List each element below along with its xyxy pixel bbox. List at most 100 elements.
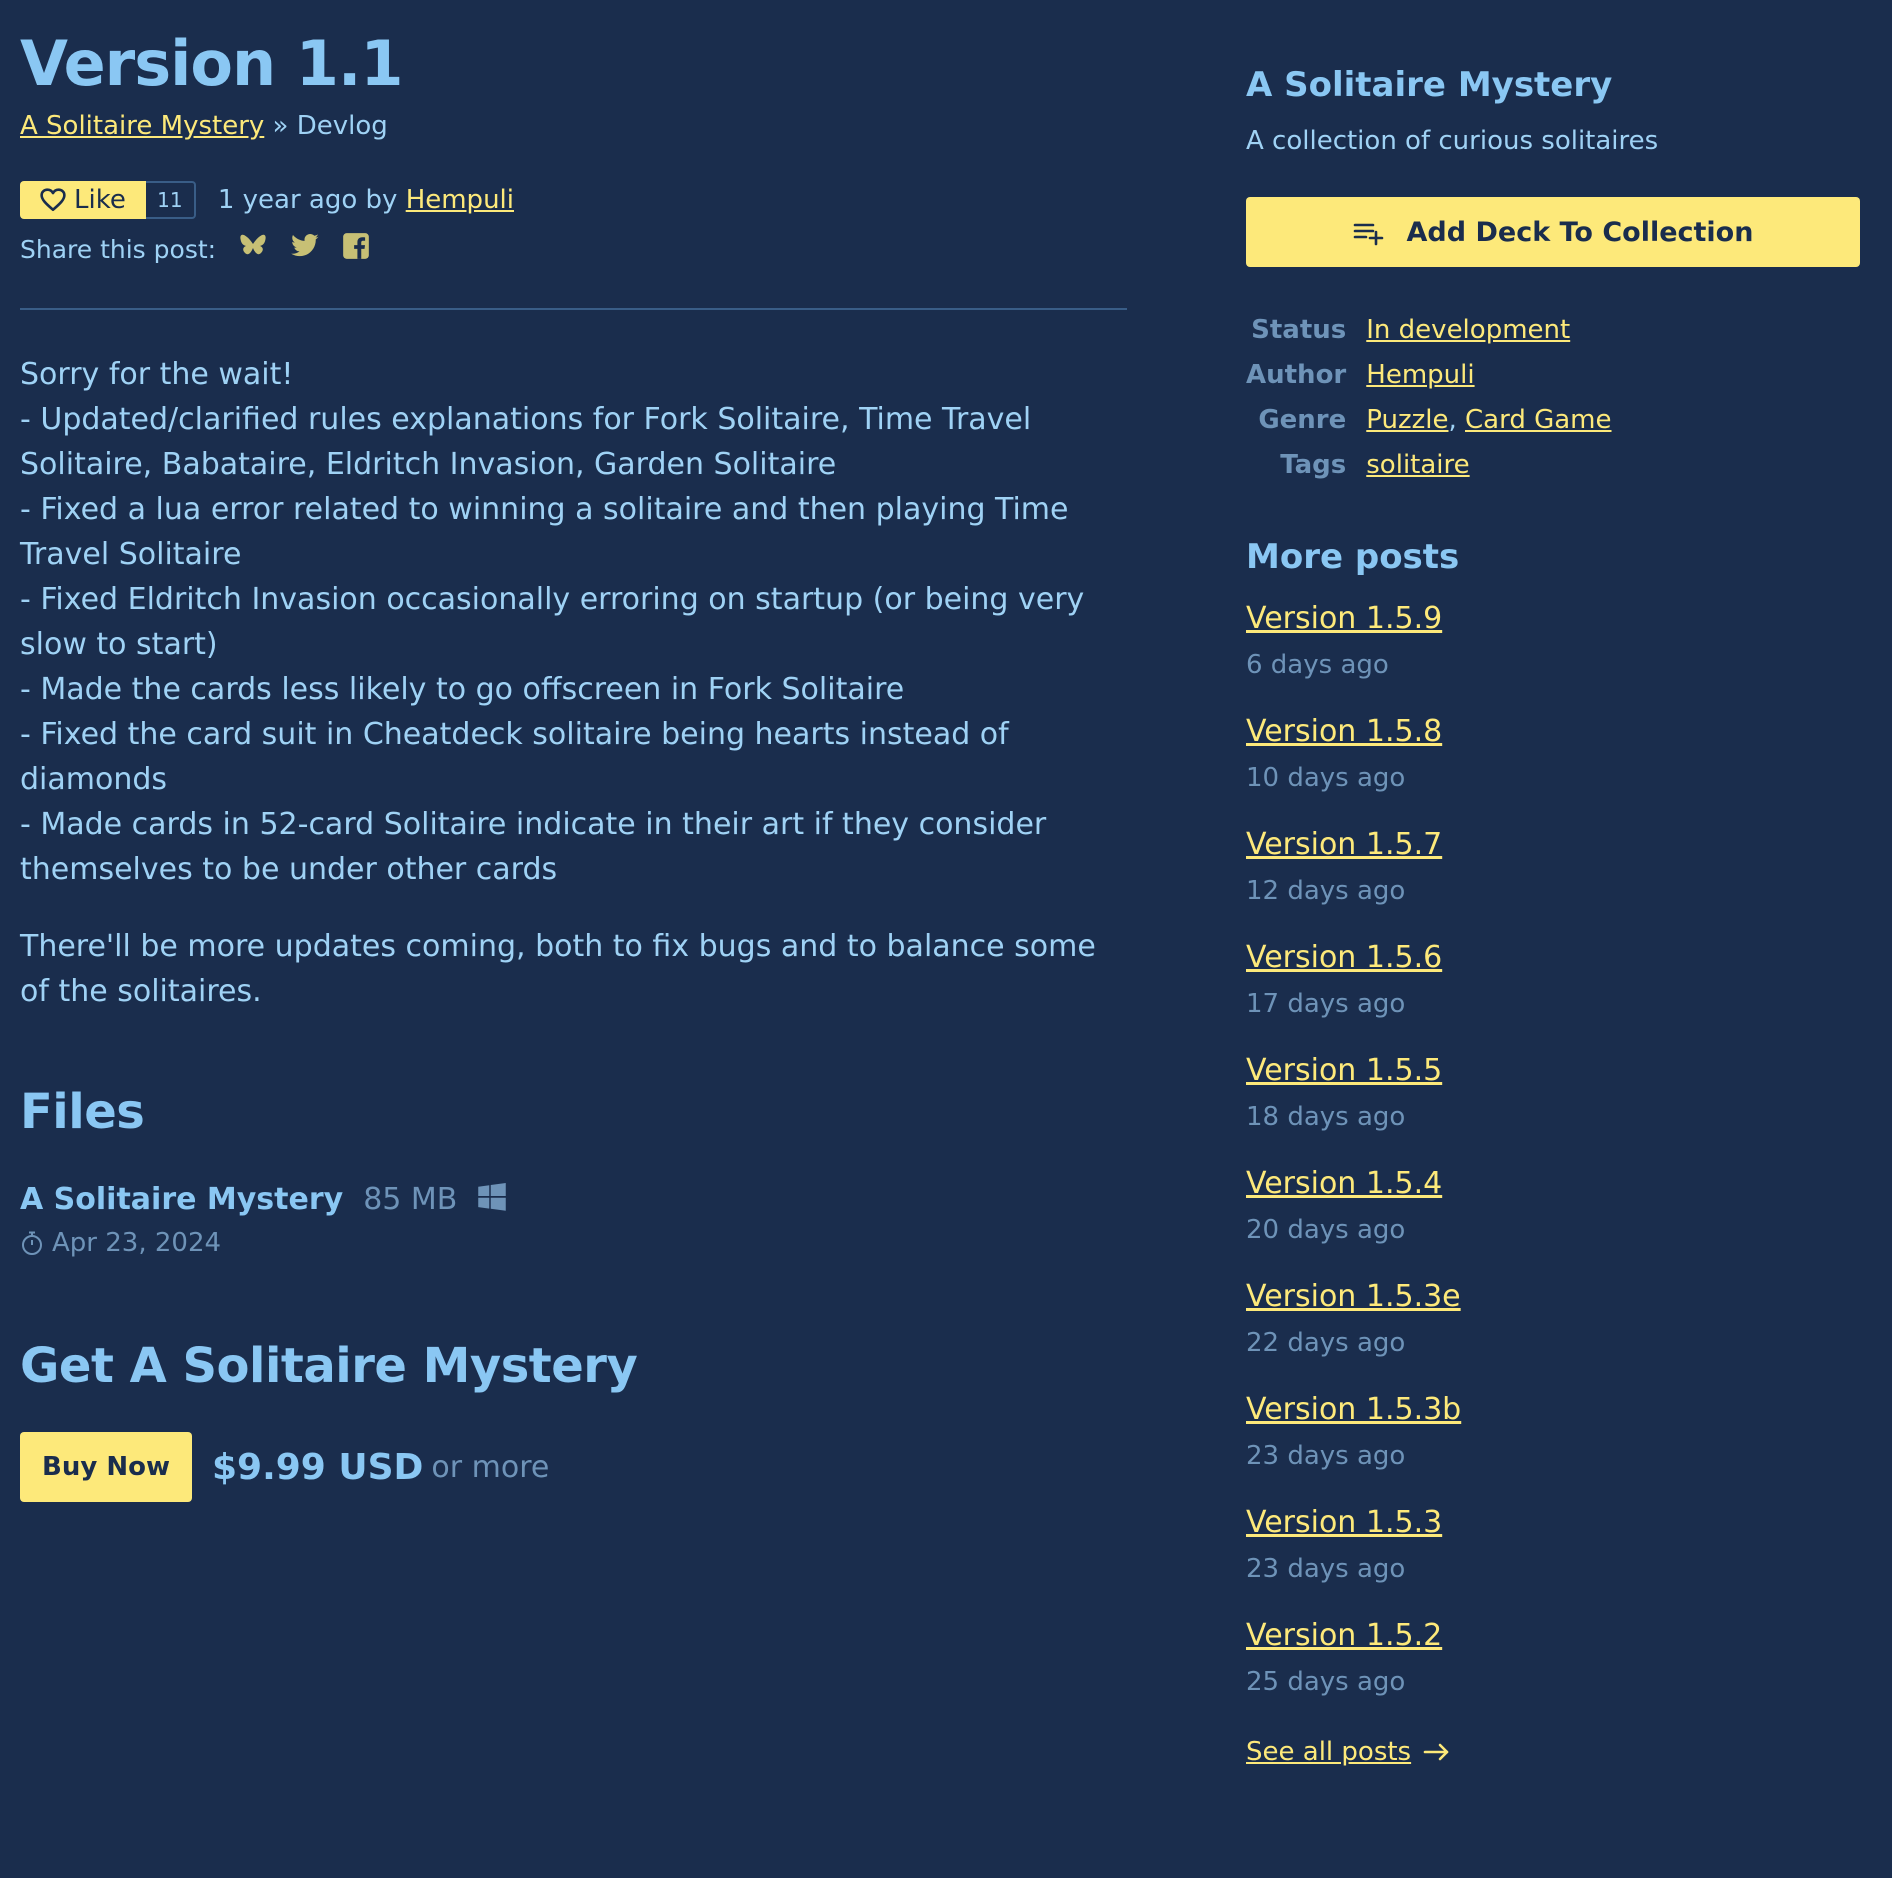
post-ago: 23 days ago bbox=[1246, 1441, 1406, 1471]
info-row-tags: Tags solitaire bbox=[1246, 442, 1612, 487]
body-line: - Made cards in 52-card Solitaire indica… bbox=[20, 807, 1047, 887]
post-title: Version 1.1 bbox=[20, 27, 404, 100]
buy-now-button[interactable]: Buy Now bbox=[20, 1432, 192, 1502]
body-line: Sorry for the wait! bbox=[20, 357, 294, 392]
like-count: 11 bbox=[145, 181, 196, 219]
post-link[interactable]: Version 1.5.3 bbox=[1246, 1503, 1442, 1543]
file-row: A Solitaire Mystery 85 MB bbox=[20, 1178, 1127, 1220]
post-body-paragraph: Sorry for the wait! - Updated/clarified … bbox=[20, 352, 1127, 892]
post-link[interactable]: Version 1.5.8 bbox=[1246, 712, 1442, 752]
info-label: Author bbox=[1246, 359, 1347, 390]
add-deck-to-collection-button[interactable]: Add Deck To Collection bbox=[1246, 197, 1860, 267]
facebook-icon[interactable] bbox=[342, 232, 370, 266]
file-date-row: Apr 23, 2024 bbox=[20, 1228, 1127, 1258]
author-link[interactable]: Hempuli bbox=[406, 185, 514, 215]
bluesky-icon[interactable] bbox=[238, 232, 268, 266]
info-row-genre: Genre Puzzle, Card Game bbox=[1246, 397, 1611, 442]
list-item: Version 1.5.5 18 days ago bbox=[1246, 1051, 1860, 1164]
list-item: Version 1.5.9 6 days ago bbox=[1246, 599, 1860, 712]
post-link[interactable]: Version 1.5.9 bbox=[1246, 599, 1442, 639]
see-all-posts-link[interactable]: See all posts bbox=[1246, 1737, 1860, 1767]
post-ago: 23 days ago bbox=[1246, 1554, 1406, 1584]
get-game-title: Get A Solitaire Mystery bbox=[20, 1338, 638, 1394]
post-date-text: 1 year ago by bbox=[217, 185, 406, 215]
info-value: Hempuli bbox=[1366, 352, 1611, 397]
list-item: Version 1.5.4 20 days ago bbox=[1246, 1164, 1860, 1277]
info-row-author: Author Hempuli bbox=[1246, 352, 1612, 397]
post-ago: 12 days ago bbox=[1246, 876, 1406, 906]
list-item: Version 1.5.3b 23 days ago bbox=[1246, 1390, 1860, 1503]
post-link[interactable]: Version 1.5.3b bbox=[1246, 1390, 1461, 1430]
post-ago: 17 days ago bbox=[1246, 989, 1406, 1019]
post-ago: 25 days ago bbox=[1246, 1667, 1406, 1697]
files-title: Files bbox=[20, 1084, 145, 1140]
info-value: In development bbox=[1366, 307, 1611, 352]
post-link[interactable]: Version 1.5.7 bbox=[1246, 825, 1442, 865]
file-name: A Solitaire Mystery bbox=[20, 1181, 344, 1217]
sidebar-game-tagline: A collection of curious solitaires bbox=[1246, 126, 1659, 156]
share-label: Share this post: bbox=[20, 234, 217, 264]
sidebar-game-title: A Solitaire Mystery bbox=[1246, 65, 1613, 105]
price-or-more: or more bbox=[431, 1449, 550, 1485]
arrow-right-icon bbox=[1423, 1743, 1449, 1761]
info-label: Status bbox=[1251, 314, 1347, 345]
post-link[interactable]: Version 1.5.4 bbox=[1246, 1164, 1442, 1204]
genre-separator: , bbox=[1448, 404, 1466, 435]
buy-row: Buy Now $9.99 USD or more bbox=[20, 1432, 1127, 1502]
file-date: Apr 23, 2024 bbox=[52, 1228, 222, 1258]
post-date: 1 year ago by Hempuli bbox=[218, 185, 514, 215]
post-link[interactable]: Version 1.5.5 bbox=[1246, 1051, 1442, 1091]
playlist-add-icon bbox=[1353, 223, 1383, 246]
list-item: Version 1.5.6 17 days ago bbox=[1246, 938, 1860, 1051]
post-ago: 10 days ago bbox=[1246, 763, 1406, 793]
post-ago: 18 days ago bbox=[1246, 1102, 1406, 1132]
breadcrumb-devlog: » Devlog bbox=[264, 111, 388, 141]
more-posts-title: More posts bbox=[1246, 537, 1460, 577]
post-body: Sorry for the wait! - Updated/clarified … bbox=[20, 352, 1127, 1014]
list-item: Version 1.5.8 10 days ago bbox=[1246, 712, 1860, 825]
tag-link-solitaire[interactable]: solitaire bbox=[1366, 450, 1469, 480]
status-link[interactable]: In development bbox=[1366, 315, 1570, 345]
post-closing: There'll be more updates coming, both to… bbox=[20, 929, 1096, 1009]
add-deck-label: Add Deck To Collection bbox=[1406, 216, 1754, 248]
file-size: 85 MB bbox=[363, 1181, 458, 1217]
see-all-label: See all posts bbox=[1246, 1737, 1412, 1767]
windows-icon bbox=[477, 1182, 507, 1216]
post-link[interactable]: Version 1.5.2 bbox=[1246, 1616, 1442, 1656]
post-meta: Like 11 1 year ago by Hempuli bbox=[20, 180, 1127, 220]
game-info-table: Status In development Author Hempuli Gen… bbox=[1246, 307, 1612, 487]
devlog-page: Version 1.1 A Solitaire Mystery » Devlog… bbox=[0, 0, 1892, 1878]
post-link[interactable]: Version 1.5.6 bbox=[1246, 938, 1442, 978]
body-line: - Fixed Eldritch Invasion occasionally e… bbox=[20, 582, 1085, 662]
list-item: Version 1.5.7 12 days ago bbox=[1246, 825, 1860, 938]
stopwatch-icon bbox=[22, 1231, 42, 1255]
post-ago: 6 days ago bbox=[1246, 650, 1389, 680]
twitter-icon[interactable] bbox=[290, 233, 320, 265]
breadcrumb-game-link[interactable]: A Solitaire Mystery bbox=[20, 111, 264, 141]
sidebar: A Solitaire Mystery A collection of curi… bbox=[1246, 0, 1860, 1767]
genre-link-card-game[interactable]: Card Game bbox=[1465, 405, 1612, 435]
body-line: - Fixed the card suit in Cheatdeck solit… bbox=[20, 717, 1009, 797]
author-link-sidebar[interactable]: Hempuli bbox=[1366, 360, 1474, 390]
genre-link-puzzle[interactable]: Puzzle bbox=[1366, 405, 1448, 435]
more-posts-list: Version 1.5.9 6 days ago Version 1.5.8 1… bbox=[1246, 599, 1860, 1729]
breadcrumb: A Solitaire Mystery » Devlog bbox=[20, 110, 1127, 142]
post-link[interactable]: Version 1.5.3e bbox=[1246, 1277, 1461, 1317]
info-value: Puzzle, Card Game bbox=[1366, 397, 1611, 442]
price: $9.99 USD bbox=[211, 1446, 424, 1488]
info-label: Genre bbox=[1258, 404, 1347, 435]
heart-icon bbox=[40, 188, 66, 212]
info-label: Tags bbox=[1280, 449, 1347, 480]
info-value: solitaire bbox=[1366, 442, 1611, 487]
post-divider bbox=[20, 308, 1127, 310]
list-item: Version 1.5.3 23 days ago bbox=[1246, 1503, 1860, 1616]
like-label: Like bbox=[74, 185, 126, 215]
share-row: Share this post: bbox=[20, 230, 1127, 268]
post-ago: 22 days ago bbox=[1246, 1328, 1406, 1358]
info-row-status: Status In development bbox=[1246, 307, 1612, 352]
body-line: - Updated/clarified rules explanations f… bbox=[20, 402, 1032, 482]
post-main: Version 1.1 A Solitaire Mystery » Devlog… bbox=[20, 0, 1127, 1502]
like-button[interactable]: Like bbox=[20, 181, 146, 219]
list-item: Version 1.5.3e 22 days ago bbox=[1246, 1277, 1860, 1390]
post-ago: 20 days ago bbox=[1246, 1215, 1406, 1245]
